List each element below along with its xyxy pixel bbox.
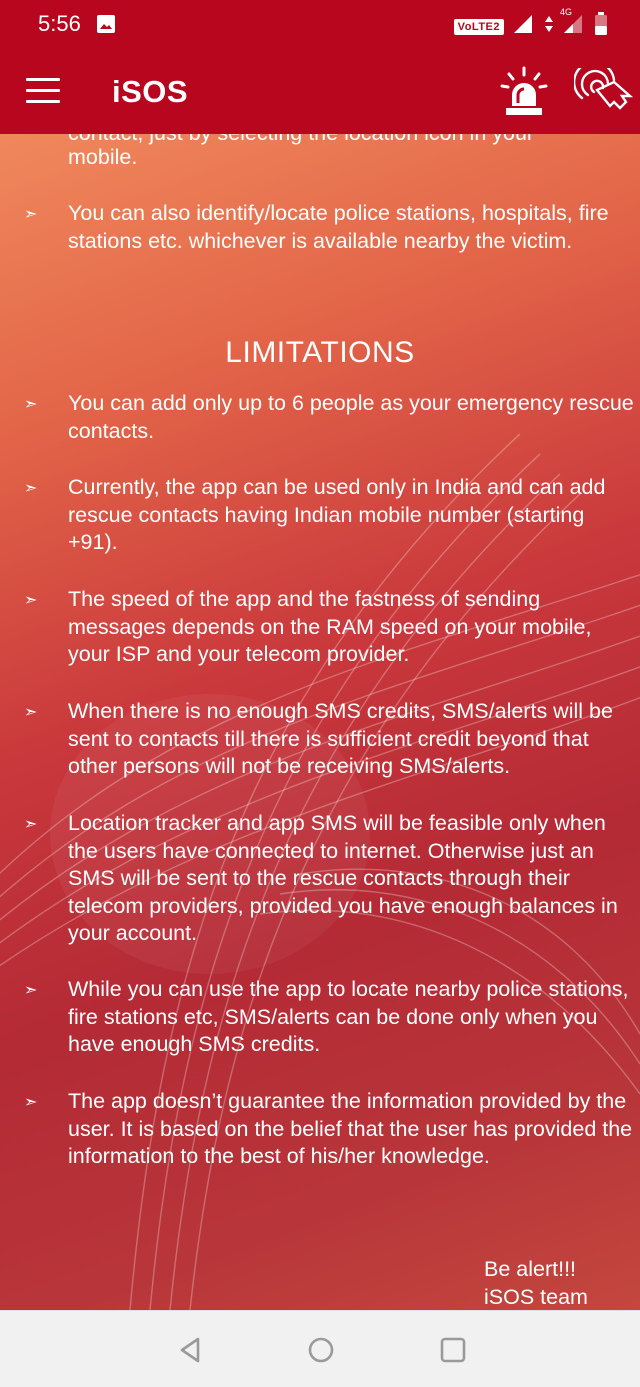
- content-area[interactable]: contact, just by selecting the location …: [0, 134, 640, 1310]
- signoff-team: iSOS team: [484, 1284, 588, 1309]
- paragraph-text: You can also identify/locate police stat…: [68, 201, 609, 253]
- status-indicators: VoLTE2 4G: [453, 7, 608, 41]
- gallery-icon: [96, 14, 116, 39]
- bullet-arrow-icon: ➣: [24, 1094, 38, 1111]
- limitations-heading: LIMITATIONS: [225, 336, 415, 369]
- signal-icon: [512, 13, 536, 40]
- paragraph-text: mobile.: [68, 145, 138, 169]
- paragraph-text: The app doesn’t guarantee the informatio…: [68, 1089, 633, 1168]
- paragraph-text: When there is no enough SMS credits, SMS…: [68, 699, 613, 778]
- signal-icon-2: 4G: [560, 7, 586, 40]
- status-time: 5:56: [38, 11, 81, 36]
- status-bar: 5:56 VoLTE2 4G: [0, 0, 640, 50]
- paragraph-text: While you can use the app to locate near…: [68, 977, 629, 1056]
- tap-icon[interactable]: [572, 60, 634, 118]
- bullet-arrow-icon: ➣: [24, 816, 38, 833]
- paragraph-text: Location tracker and app SMS will be fea…: [68, 811, 618, 945]
- paragraph-text: The speed of the app and the fastness of…: [68, 587, 592, 666]
- signoff-line: Be alert!!!: [484, 1257, 577, 1281]
- recents-icon[interactable]: [438, 1335, 468, 1365]
- bullet-arrow-icon: ➣: [24, 206, 38, 223]
- volte-icon: VoLTE2: [453, 18, 504, 35]
- bullet-arrow-icon: ➣: [24, 480, 38, 497]
- home-icon[interactable]: [306, 1335, 336, 1365]
- bullet-arrow-icon: ➣: [24, 396, 38, 413]
- signoff: Be alert!!! iSOS team: [484, 1256, 588, 1310]
- data-arrows-icon: [544, 14, 554, 39]
- paragraph-text: You can add only up to 6 people as your …: [68, 391, 634, 443]
- bullet-arrow-icon: ➣: [24, 982, 38, 999]
- paragraph-text: Currently, the app can be used only in I…: [68, 475, 606, 554]
- network-type-label: 4G: [560, 7, 573, 17]
- bullet-arrow-icon: ➣: [24, 704, 38, 721]
- siren-icon[interactable]: [500, 66, 548, 118]
- back-icon[interactable]: [176, 1335, 206, 1365]
- app-title: iSOS: [112, 74, 189, 109]
- menu-icon[interactable]: [26, 78, 60, 106]
- app-bar: iSOS: [0, 50, 640, 134]
- bullet-arrow-icon: ➣: [24, 592, 38, 609]
- battery-icon: [594, 12, 608, 41]
- navigation-bar: [0, 1310, 640, 1387]
